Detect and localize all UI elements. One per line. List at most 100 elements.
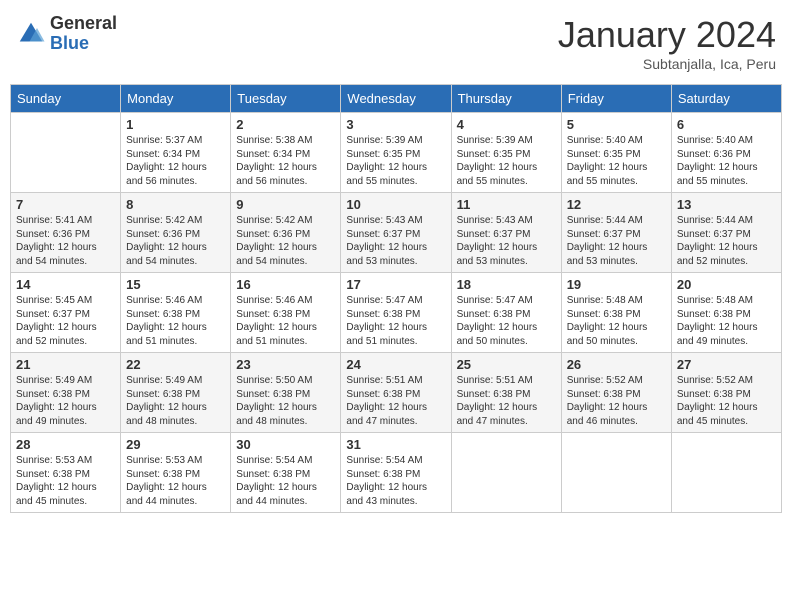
page-header: General Blue January 2024 Subtanjalla, I… [10, 10, 782, 76]
calendar-cell: 10Sunrise: 5:43 AM Sunset: 6:37 PM Dayli… [341, 193, 451, 273]
calendar-cell: 31 Sunrise: 5:54 AM Sunset: 6:38 PM Dayli… [341, 433, 451, 513]
day-number: 6 [677, 117, 776, 132]
calendar-cell: 19Sunrise: 5:48 AM Sunset: 6:38 PM Dayli… [561, 273, 671, 353]
day-info: Sunrise: 5:53 AM Sunset: 6:38 PM Dayligh… [16, 454, 115, 508]
calendar-cell: 20Sunrise: 5:48 AM Sunset: 6:38 PM Dayli… [671, 273, 781, 353]
day-info: Sunrise: 5:37 AM Sunset: 6:34 PM Dayligh… [126, 134, 225, 188]
day-info: Sunrise: 5:42 AM Sunset: 6:36 PM Dayligh… [126, 214, 225, 268]
day-number: 17 [346, 277, 445, 292]
calendar-cell: 8 Sunrise: 5:42 AM Sunset: 6:36 PM Daylig… [121, 193, 231, 273]
day-info: Sunrise: 5:53 AM Sunset: 6:38 PM Dayligh… [126, 454, 225, 508]
day-info: Sunrise: 5:45 AM Sunset: 6:37 PM Dayligh… [16, 294, 115, 348]
day-info: Sunrise: 5:51 AM Sunset: 6:38 PM Dayligh… [346, 374, 445, 428]
day-number: 19 [567, 277, 666, 292]
day-of-week-header: Thursday [451, 85, 561, 113]
calendar-cell: 5Sunrise: 5:40 AM Sunset: 6:35 PM Daylig… [561, 113, 671, 193]
day-info: Sunrise: 5:38 AM Sunset: 6:34 PM Dayligh… [236, 134, 335, 188]
calendar-cell [561, 433, 671, 513]
calendar-week-row: 21 Sunrise: 5:49 AM Sunset: 6:38 PM Dayli… [11, 353, 782, 433]
title-section: January 2024 Subtanjalla, Ica, Peru [558, 14, 776, 72]
day-number: 23 [236, 357, 335, 372]
day-info: Sunrise: 5:44 AM Sunset: 6:37 PM Dayligh… [677, 214, 776, 268]
day-info: Sunrise: 5:40 AM Sunset: 6:36 PM Dayligh… [677, 134, 776, 188]
calendar-cell: 16 Sunrise: 5:46 AM Sunset: 6:38 PM Dayli… [231, 273, 341, 353]
day-info: Sunrise: 5:39 AM Sunset: 6:35 PM Dayligh… [457, 134, 556, 188]
day-number: 12 [567, 197, 666, 212]
calendar-cell [451, 433, 561, 513]
day-number: 5 [567, 117, 666, 132]
calendar-body: 1 Sunrise: 5:37 AM Sunset: 6:34 PM Daylig… [11, 113, 782, 513]
calendar-cell: 18Sunrise: 5:47 AM Sunset: 6:38 PM Dayli… [451, 273, 561, 353]
days-of-week-row: SundayMondayTuesdayWednesdayThursdayFrid… [11, 85, 782, 113]
calendar-cell: 4Sunrise: 5:39 AM Sunset: 6:35 PM Daylig… [451, 113, 561, 193]
day-info: Sunrise: 5:42 AM Sunset: 6:36 PM Dayligh… [236, 214, 335, 268]
calendar-cell: 6 Sunrise: 5:40 AM Sunset: 6:36 PM Daylig… [671, 113, 781, 193]
calendar-cell: 22Sunrise: 5:49 AM Sunset: 6:38 PM Dayli… [121, 353, 231, 433]
calendar-cell: 26Sunrise: 5:52 AM Sunset: 6:38 PM Dayli… [561, 353, 671, 433]
logo: General Blue [16, 14, 117, 54]
day-of-week-header: Wednesday [341, 85, 451, 113]
calendar-cell: 14 Sunrise: 5:45 AM Sunset: 6:37 PM Dayli… [11, 273, 121, 353]
calendar-cell: 24 Sunrise: 5:51 AM Sunset: 6:38 PM Dayli… [341, 353, 451, 433]
day-number: 30 [236, 437, 335, 452]
day-info: Sunrise: 5:52 AM Sunset: 6:38 PM Dayligh… [677, 374, 776, 428]
day-info: Sunrise: 5:47 AM Sunset: 6:38 PM Dayligh… [457, 294, 556, 348]
day-info: Sunrise: 5:46 AM Sunset: 6:38 PM Dayligh… [236, 294, 335, 348]
day-number: 29 [126, 437, 225, 452]
day-info: Sunrise: 5:43 AM Sunset: 6:37 PM Dayligh… [457, 214, 556, 268]
logo-general-text: General [50, 14, 117, 34]
calendar-week-row: 7 Sunrise: 5:41 AM Sunset: 6:36 PM Daylig… [11, 193, 782, 273]
day-number: 11 [457, 197, 556, 212]
day-of-week-header: Tuesday [231, 85, 341, 113]
calendar-cell [11, 113, 121, 193]
day-number: 24 [346, 357, 445, 372]
day-number: 2 [236, 117, 335, 132]
day-number: 21 [16, 357, 115, 372]
day-number: 10 [346, 197, 445, 212]
calendar-cell: 29 Sunrise: 5:53 AM Sunset: 6:38 PM Dayli… [121, 433, 231, 513]
day-number: 8 [126, 197, 225, 212]
calendar-cell: 1 Sunrise: 5:37 AM Sunset: 6:34 PM Daylig… [121, 113, 231, 193]
day-number: 3 [346, 117, 445, 132]
calendar-cell: 9 Sunrise: 5:42 AM Sunset: 6:36 PM Daylig… [231, 193, 341, 273]
logo-text: General Blue [50, 14, 117, 54]
day-number: 16 [236, 277, 335, 292]
day-info: Sunrise: 5:47 AM Sunset: 6:38 PM Dayligh… [346, 294, 445, 348]
day-info: Sunrise: 5:51 AM Sunset: 6:38 PM Dayligh… [457, 374, 556, 428]
day-number: 14 [16, 277, 115, 292]
calendar-cell: 2 Sunrise: 5:38 AM Sunset: 6:34 PM Daylig… [231, 113, 341, 193]
calendar-cell: 11 Sunrise: 5:43 AM Sunset: 6:37 PM Dayli… [451, 193, 561, 273]
day-number: 26 [567, 357, 666, 372]
calendar-cell: 30Sunrise: 5:54 AM Sunset: 6:38 PM Dayli… [231, 433, 341, 513]
day-of-week-header: Friday [561, 85, 671, 113]
day-number: 7 [16, 197, 115, 212]
day-info: Sunrise: 5:39 AM Sunset: 6:35 PM Dayligh… [346, 134, 445, 188]
calendar-cell: 15Sunrise: 5:46 AM Sunset: 6:38 PM Dayli… [121, 273, 231, 353]
calendar-header: SundayMondayTuesdayWednesdayThursdayFrid… [11, 85, 782, 113]
day-number: 22 [126, 357, 225, 372]
calendar-cell: 25Sunrise: 5:51 AM Sunset: 6:38 PM Dayli… [451, 353, 561, 433]
calendar-cell: 7 Sunrise: 5:41 AM Sunset: 6:36 PM Daylig… [11, 193, 121, 273]
day-info: Sunrise: 5:50 AM Sunset: 6:38 PM Dayligh… [236, 374, 335, 428]
calendar-week-row: 1 Sunrise: 5:37 AM Sunset: 6:34 PM Daylig… [11, 113, 782, 193]
day-number: 1 [126, 117, 225, 132]
day-info: Sunrise: 5:41 AM Sunset: 6:36 PM Dayligh… [16, 214, 115, 268]
logo-icon [16, 19, 46, 49]
calendar-cell: 3 Sunrise: 5:39 AM Sunset: 6:35 PM Daylig… [341, 113, 451, 193]
calendar-cell [671, 433, 781, 513]
day-number: 13 [677, 197, 776, 212]
calendar-cell: 21 Sunrise: 5:49 AM Sunset: 6:38 PM Dayli… [11, 353, 121, 433]
day-info: Sunrise: 5:49 AM Sunset: 6:38 PM Dayligh… [16, 374, 115, 428]
calendar-table: SundayMondayTuesdayWednesdayThursdayFrid… [10, 84, 782, 513]
day-number: 31 [346, 437, 445, 452]
day-info: Sunrise: 5:44 AM Sunset: 6:37 PM Dayligh… [567, 214, 666, 268]
day-of-week-header: Saturday [671, 85, 781, 113]
calendar-cell: 13 Sunrise: 5:44 AM Sunset: 6:37 PM Dayli… [671, 193, 781, 273]
calendar-cell: 12 Sunrise: 5:44 AM Sunset: 6:37 PM Dayli… [561, 193, 671, 273]
day-info: Sunrise: 5:54 AM Sunset: 6:38 PM Dayligh… [346, 454, 445, 508]
day-number: 9 [236, 197, 335, 212]
calendar-cell: 17 Sunrise: 5:47 AM Sunset: 6:38 PM Dayli… [341, 273, 451, 353]
location-subtitle: Subtanjalla, Ica, Peru [558, 56, 776, 72]
day-number: 28 [16, 437, 115, 452]
calendar-week-row: 28 Sunrise: 5:53 AM Sunset: 6:38 PM Dayli… [11, 433, 782, 513]
